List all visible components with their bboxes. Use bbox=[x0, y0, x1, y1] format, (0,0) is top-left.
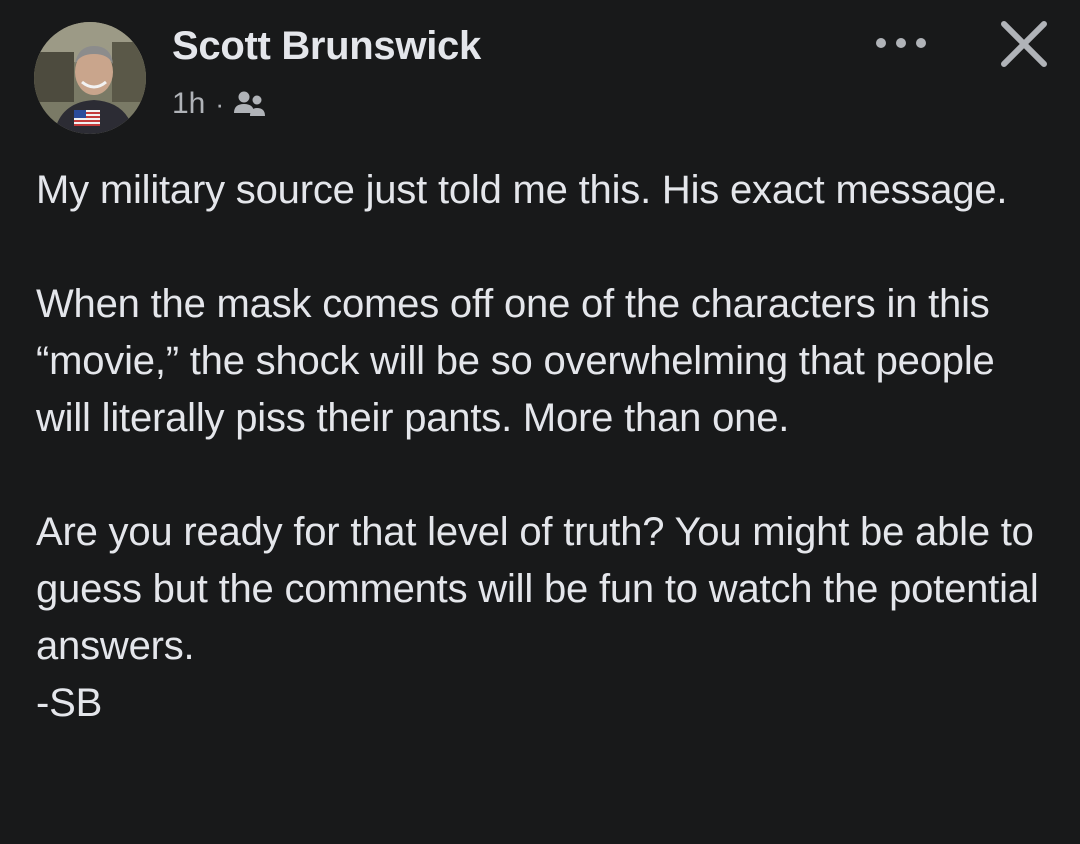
avatar-photo bbox=[34, 22, 146, 134]
close-button[interactable] bbox=[996, 16, 1052, 72]
author-avatar[interactable] bbox=[34, 22, 146, 134]
author-name[interactable]: Scott Brunswick bbox=[172, 24, 481, 69]
post-paragraph-2: When the mask comes off one of the chara… bbox=[36, 282, 1006, 440]
post-timestamp[interactable]: 1h bbox=[172, 87, 205, 121]
meta-separator: · bbox=[215, 88, 225, 119]
close-icon bbox=[1001, 21, 1047, 67]
post-header: Scott Brunswick 1h · bbox=[0, 0, 1080, 140]
post-meta: 1h · bbox=[172, 86, 268, 122]
friends-icon[interactable] bbox=[232, 89, 268, 119]
post-paragraph-3: Are you ready for that level of truth? Y… bbox=[36, 510, 1039, 725]
more-options-button[interactable] bbox=[870, 28, 932, 58]
post-text: My military source just told me this. Hi… bbox=[36, 162, 1056, 732]
post-paragraph-1: My military source just told me this. Hi… bbox=[36, 168, 1008, 212]
ellipsis-icon bbox=[876, 38, 926, 48]
